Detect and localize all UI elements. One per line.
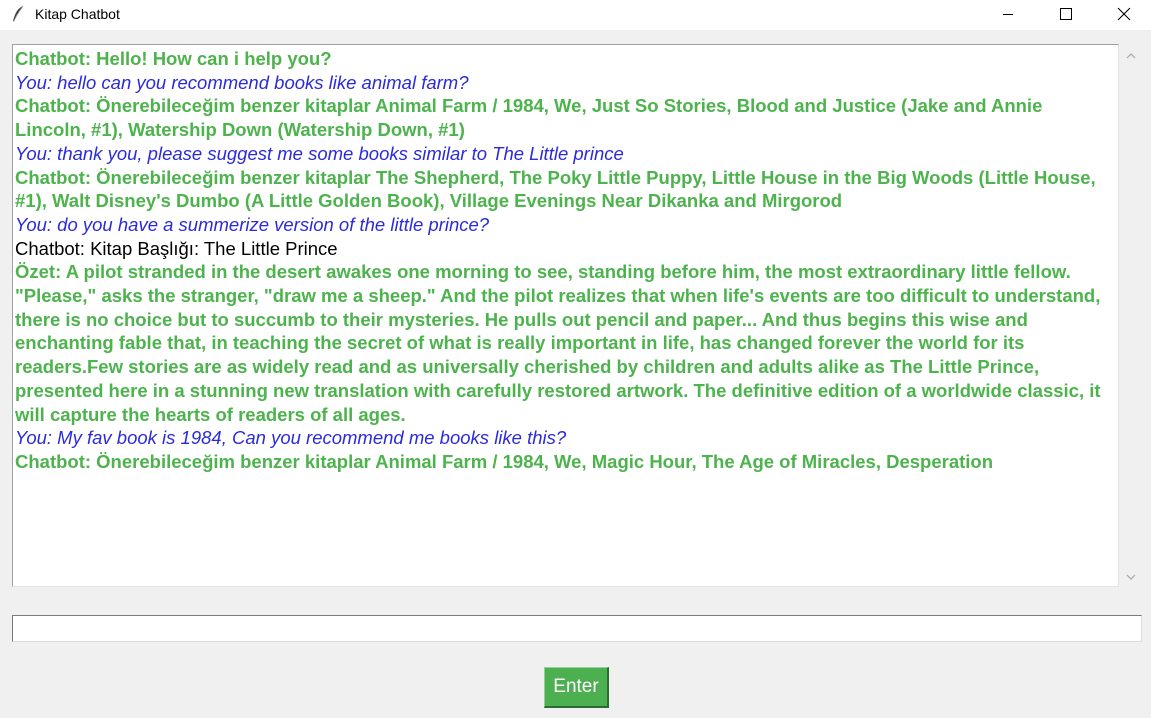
close-button[interactable]: [1095, 0, 1151, 28]
user-message: You: thank you, please suggest me some b…: [15, 142, 624, 164]
bot-message: Özet: A pilot stranded in the desert awa…: [15, 261, 1101, 425]
bot-message: Chatbot: Önerebileceğim benzer kitaplar …: [15, 95, 1043, 141]
app-window: Kitap Chatbot Chatbot: Hello! How can i …: [0, 0, 1151, 718]
chat-scrollbar[interactable]: [1121, 44, 1141, 587]
chevron-up-icon: [1126, 47, 1136, 65]
bot-message: Chatbot: Hello! How can i help you?: [15, 48, 332, 69]
bot-message: Chatbot: Önerebileceğim benzer kitaplar …: [15, 450, 994, 472]
user-message: You: do you have a summerize version of …: [15, 213, 490, 235]
title-bar: Kitap Chatbot: [0, 0, 1151, 30]
bot-message: Chatbot: Kitap Başlığı: The Little Princ…: [15, 237, 338, 259]
window-title: Kitap Chatbot: [35, 6, 120, 22]
message-input[interactable]: [12, 615, 1142, 642]
minimize-button[interactable]: [979, 0, 1037, 28]
feather-icon: [10, 5, 26, 23]
maximize-icon: [1060, 8, 1072, 20]
enter-button[interactable]: Enter: [544, 667, 609, 708]
scroll-down-button[interactable]: [1121, 567, 1141, 587]
chevron-down-icon: [1126, 568, 1136, 586]
minimize-icon: [1002, 8, 1014, 20]
user-message: You: hello can you recommend books like …: [15, 71, 469, 93]
chat-log[interactable]: Chatbot: Hello! How can i help you? You: …: [12, 44, 1119, 587]
scroll-up-button[interactable]: [1121, 46, 1141, 66]
bot-message: Chatbot: Önerebileceğim benzer kitaplar …: [15, 166, 1096, 212]
close-icon: [1117, 7, 1131, 21]
user-message: You: My fav book is 1984, Can you recomm…: [15, 427, 567, 449]
maximize-button[interactable]: [1037, 0, 1095, 28]
